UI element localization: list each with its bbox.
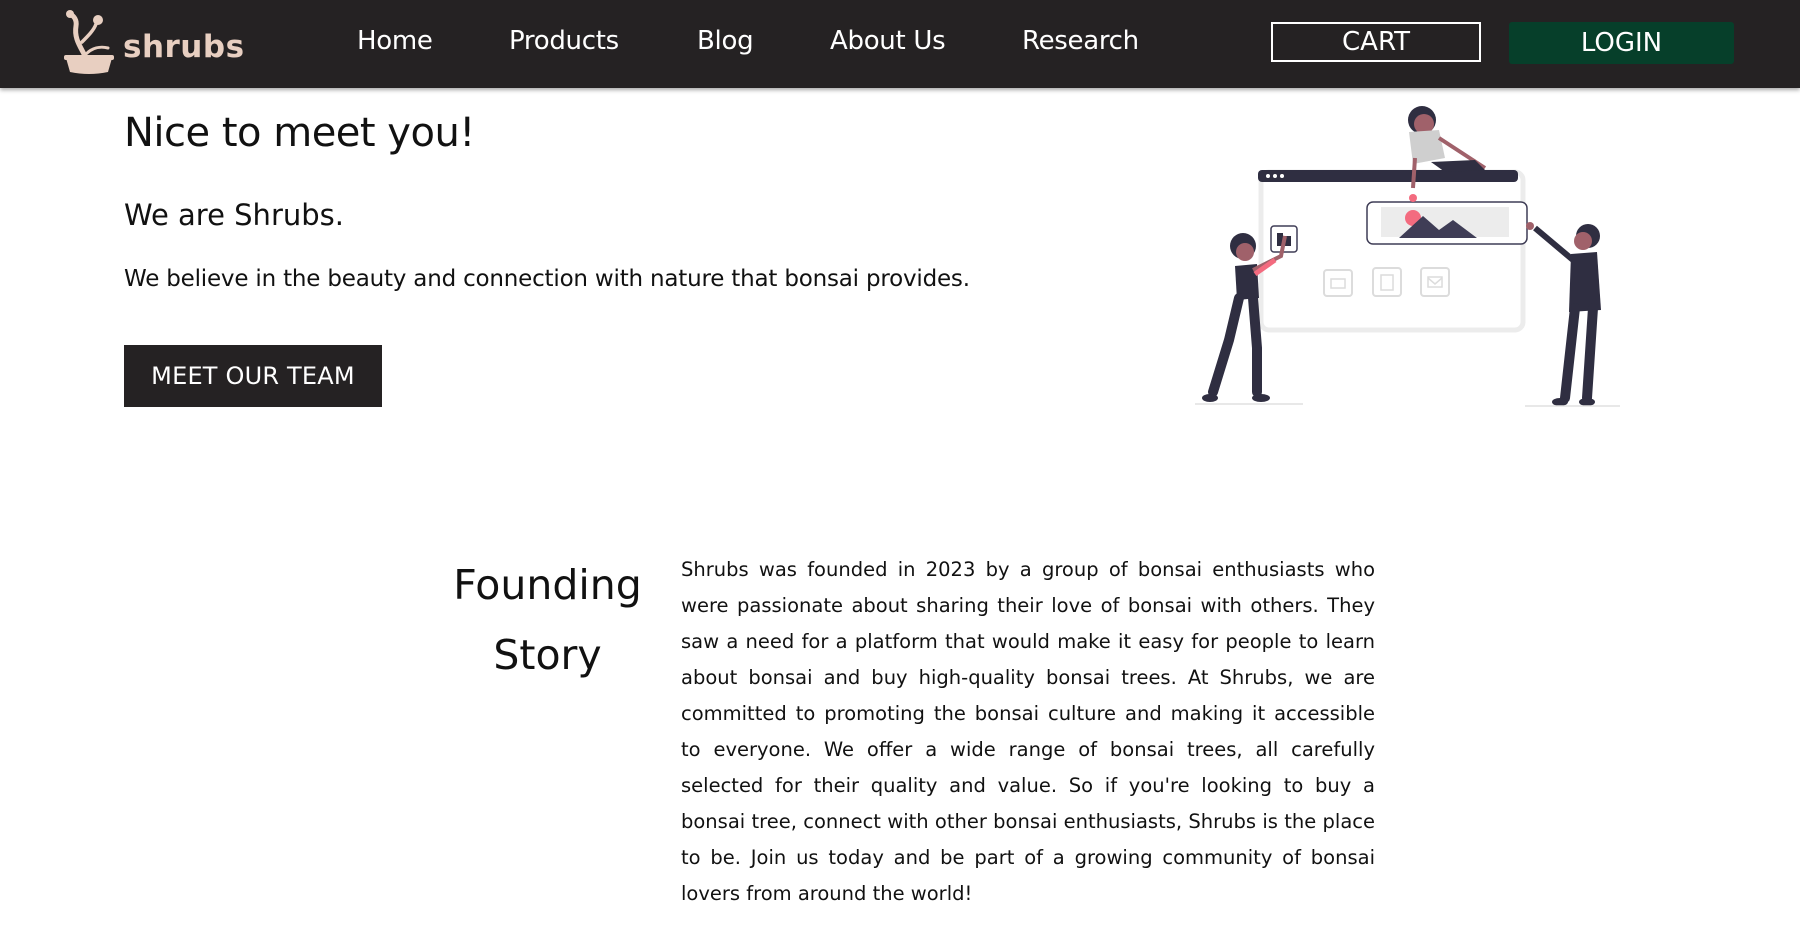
nav-link-about-us[interactable]: About Us (830, 26, 946, 56)
founding-story-body: Shrubs was founded in 2023 by a group of… (681, 558, 1375, 905)
hero-illustration (1195, 98, 1625, 410)
top-navbar: shrubs Home Products Blog About Us Resea… (0, 0, 1800, 88)
founding-story-title: Founding Story (453, 561, 642, 679)
hero-subheading: We are Shrubs. (124, 198, 344, 232)
login-button[interactable]: LOGIN (1509, 22, 1734, 64)
brand-name: shrubs (123, 29, 245, 65)
hero-tagline: We believe in the beauty and connection … (124, 266, 970, 292)
nav-link-research[interactable]: Research (1022, 26, 1139, 56)
cart-button[interactable]: CART (1271, 22, 1481, 62)
brand-logo[interactable]: shrubs (64, 8, 244, 74)
nav-link-blog[interactable]: Blog (697, 26, 754, 56)
nav-link-home[interactable]: Home (357, 26, 433, 56)
nav-link-products[interactable]: Products (509, 26, 619, 56)
hero-heading: Nice to meet you! (124, 110, 475, 156)
meet-our-team-button[interactable]: MEET OUR TEAM (124, 345, 382, 407)
bonsai-logo-icon (64, 10, 114, 74)
